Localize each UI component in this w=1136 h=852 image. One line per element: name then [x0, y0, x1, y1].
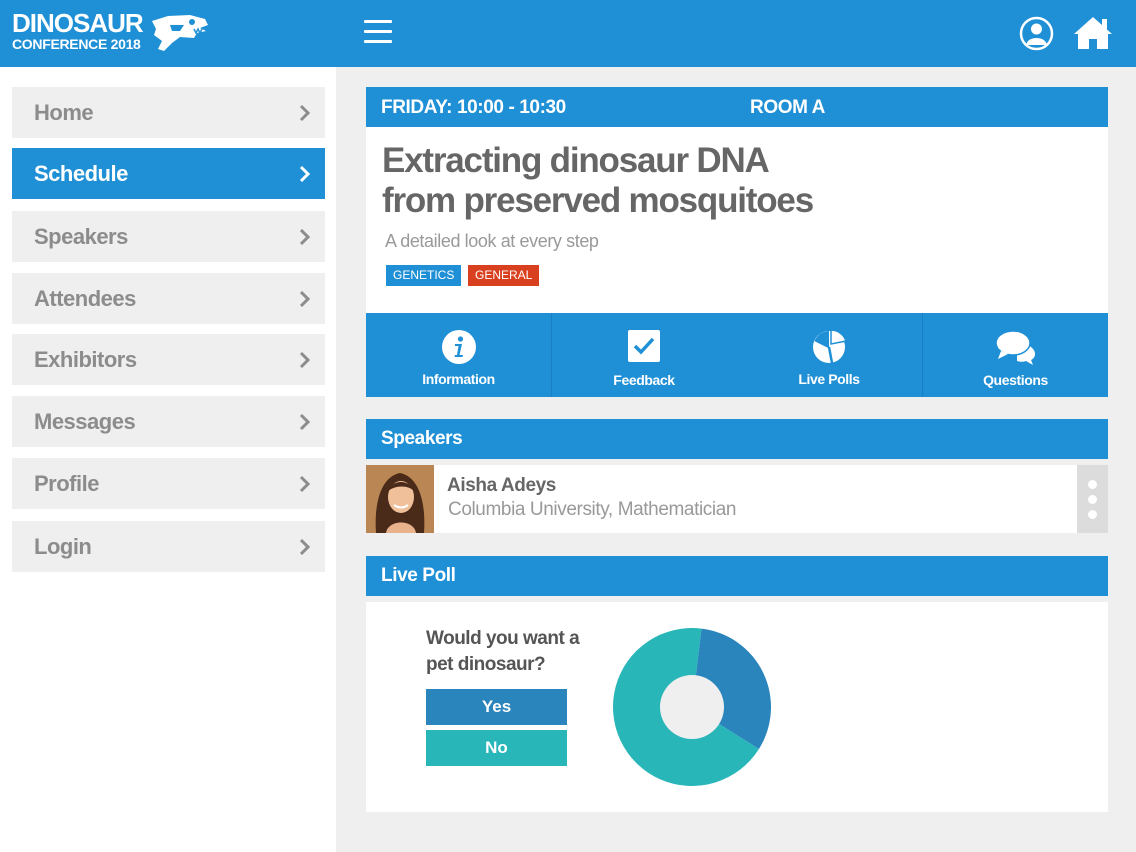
info-icon	[441, 330, 476, 364]
session-details: Extracting dinosaur DNA from preserved m…	[366, 127, 1108, 313]
action-label: Live Polls	[798, 371, 860, 387]
action-label: Questions	[983, 372, 1048, 388]
tag-general[interactable]: GENERAL	[468, 265, 540, 286]
session-title: Extracting dinosaur DNA from preserved m…	[382, 141, 814, 221]
speaker-affiliation: Columbia University, Mathematician	[448, 499, 737, 520]
sidebar-item-exhibitors[interactable]: Exhibitors	[12, 334, 325, 385]
session-time-banner: FRIDAY: 10:00 - 10:30 ROOM A	[366, 87, 1108, 127]
conference-logo[interactable]: DINOSAUR CONFERENCE 2018	[12, 8, 144, 52]
live-poll-card: Would you want a pet dinosaur? Yes No	[366, 602, 1108, 812]
poll-question-line: Would you want a	[426, 628, 580, 649]
logo-title: DINOSAUR	[12, 8, 144, 38]
live-poll-heading: Live Poll	[366, 556, 1108, 596]
donut-hole	[660, 675, 724, 739]
sidebar-item-label: Home	[34, 100, 94, 125]
sidebar-item-speakers[interactable]: Speakers	[12, 211, 325, 262]
home-icon[interactable]	[1073, 15, 1113, 50]
sidebar-item-login[interactable]: Login	[12, 521, 325, 572]
tag-genetics[interactable]: GENETICS	[386, 265, 462, 286]
sidebar-item-profile[interactable]: Profile	[12, 458, 325, 509]
sidebar-item-messages[interactable]: Messages	[12, 396, 325, 447]
sidebar-item-label: Exhibitors	[34, 347, 137, 372]
sidebar-item-label: Speakers	[34, 224, 128, 249]
session-title-line: from preserved mosquitoes	[382, 181, 814, 220]
session-subtitle: A detailed look at every step	[385, 231, 599, 251]
speakers-heading-label: Speakers	[381, 428, 463, 449]
information-button[interactable]: Information	[366, 313, 551, 397]
session-room: ROOM A	[750, 97, 826, 118]
feedback-button[interactable]: Feedback	[552, 313, 736, 397]
poll-question: Would you want a pet dinosaur?	[426, 626, 596, 678]
more-options-icon[interactable]	[1077, 465, 1108, 533]
avatar	[366, 465, 434, 533]
chevron-right-icon	[299, 413, 311, 431]
session-title-line: Extracting dinosaur DNA	[382, 141, 770, 180]
speech-bubbles-icon	[994, 330, 1035, 365]
sidebar-item-label: Schedule	[34, 161, 128, 186]
poll-option-no-button[interactable]: No	[426, 730, 567, 766]
dinosaur-skull-icon	[152, 15, 208, 51]
chevron-right-icon	[299, 104, 311, 122]
action-label: Feedback	[613, 372, 675, 388]
live-poll-heading-label: Live Poll	[381, 565, 456, 586]
action-label: Information	[422, 371, 495, 387]
sidebar-item-label: Profile	[34, 471, 99, 496]
sidebar-item-schedule[interactable]: Schedule	[12, 148, 325, 199]
sidebar-item-label: Attendees	[34, 286, 136, 311]
sidebar-item-home[interactable]: Home	[12, 87, 325, 138]
user-profile-icon[interactable]	[1019, 16, 1054, 51]
chevron-right-icon	[299, 165, 311, 183]
chevron-right-icon	[299, 351, 311, 369]
hamburger-menu-icon[interactable]	[364, 20, 392, 48]
poll-results-donut-chart	[613, 628, 771, 786]
speaker-name: Aisha Adeys	[447, 475, 556, 496]
sidebar-item-attendees[interactable]: Attendees	[12, 273, 325, 324]
top-bar: DINOSAUR CONFERENCE 2018	[0, 0, 1136, 67]
logo-subtitle: CONFERENCE 2018	[12, 36, 141, 52]
chevron-right-icon	[299, 475, 311, 493]
session-time: FRIDAY: 10:00 - 10:30	[381, 97, 566, 118]
chevron-right-icon	[299, 228, 311, 246]
checkbox-icon	[628, 330, 660, 362]
live-polls-button[interactable]: Live Polls	[736, 313, 922, 397]
questions-button[interactable]: Questions	[923, 313, 1108, 397]
sidebar-item-label: Messages	[34, 409, 136, 434]
speaker-row[interactable]: Aisha Adeys Columbia University, Mathema…	[366, 465, 1108, 533]
session-action-bar: Information Feedback Live Polls Question…	[366, 313, 1108, 397]
chevron-right-icon	[299, 290, 311, 308]
speakers-heading: Speakers	[366, 419, 1108, 459]
sidebar-item-label: Login	[34, 534, 92, 559]
pie-chart-icon	[813, 329, 847, 364]
sidebar-nav: Home Schedule Speakers Attendees Exhibit…	[0, 67, 336, 852]
chevron-right-icon	[299, 538, 311, 556]
poll-option-yes-button[interactable]: Yes	[426, 689, 567, 725]
poll-question-line: pet dinosaur?	[426, 654, 546, 675]
